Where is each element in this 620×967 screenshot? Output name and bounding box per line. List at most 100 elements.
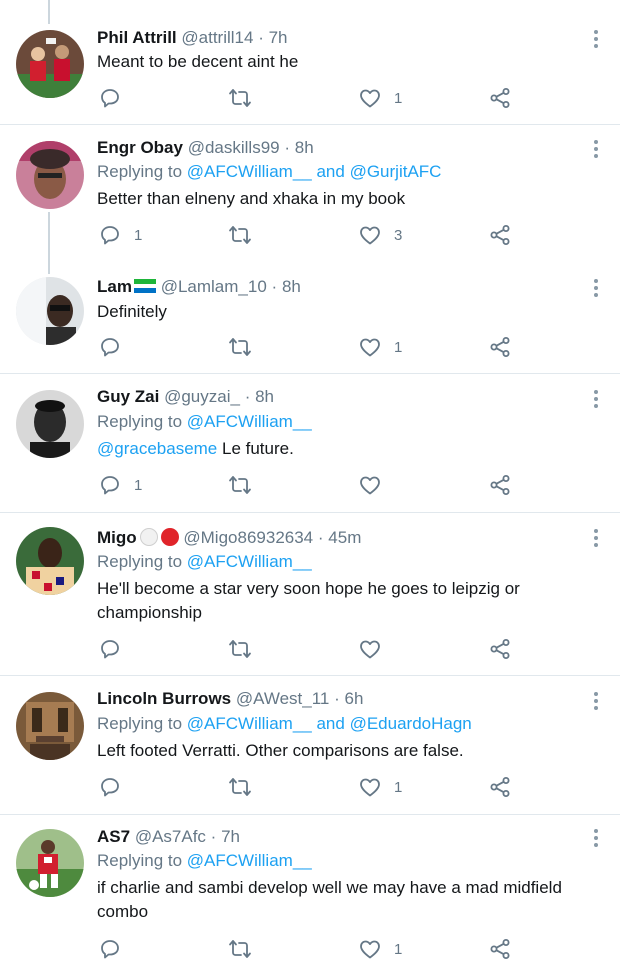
sierra-leone-flag-icon: [133, 277, 156, 293]
reply-icon: [98, 86, 122, 110]
mention-link[interactable]: @AFCWilliam__: [187, 552, 312, 571]
retweet-button[interactable]: [228, 775, 264, 799]
reply-button[interactable]: [98, 775, 134, 799]
username[interactable]: @Migo86932634: [183, 528, 313, 547]
reply-button[interactable]: [98, 335, 134, 359]
avatar[interactable]: [16, 527, 84, 595]
action-bar: 1: [98, 473, 518, 497]
share-button[interactable]: [488, 223, 512, 247]
more-icon[interactable]: [594, 529, 598, 550]
display-name[interactable]: Guy Zai: [97, 387, 159, 406]
timestamp[interactable]: 8h: [282, 277, 301, 296]
red-circle-emoji: [160, 528, 179, 546]
separator-dot: ·: [210, 827, 217, 846]
mention-link[interactable]: @gracebaseme: [97, 439, 217, 458]
tweet[interactable]: Guy Zai @guyzai_ · 8h Replying to @AFCWi…: [0, 374, 620, 512]
share-icon: [488, 775, 512, 799]
replying-to-label: Replying to: [97, 162, 183, 181]
heart-icon: [358, 335, 382, 359]
more-icon[interactable]: [594, 140, 598, 161]
mention-link[interactable]: @AFCWilliam__: [187, 162, 312, 181]
tweet[interactable]: Lam @Lamlam_10 · 8h Definitely 1: [0, 275, 620, 373]
replying-to: Replying to @AFCWilliam__ and @EduardoHa…: [97, 713, 472, 735]
retweet-button[interactable]: [228, 637, 264, 661]
mention-link[interactable]: @EduardoHagn: [350, 714, 472, 733]
share-button[interactable]: [488, 637, 512, 661]
username[interactable]: @Lamlam_10: [161, 277, 267, 296]
share-icon: [488, 86, 512, 110]
timestamp[interactable]: 7h: [221, 827, 240, 846]
avatar[interactable]: [16, 30, 84, 98]
separator-dot: ·: [317, 528, 324, 547]
tweet-text: if charlie and sambi develop well we may…: [97, 878, 562, 921]
tweet-text: @gracebaseme Le future.: [97, 437, 580, 461]
display-name[interactable]: Migo: [97, 528, 137, 547]
retweet-button[interactable]: [228, 223, 264, 247]
tweet[interactable]: Phil Attrill @attrill14 · 7h Meant to be…: [0, 0, 620, 124]
replying-to-label: Replying to: [97, 714, 183, 733]
timestamp[interactable]: 8h: [255, 387, 274, 406]
reply-button[interactable]: 1: [98, 223, 142, 247]
retweet-button[interactable]: [228, 335, 264, 359]
avatar[interactable]: [16, 390, 84, 458]
tweet[interactable]: Lincoln Burrows @AWest_11 · 6h Replying …: [0, 676, 620, 814]
tweet[interactable]: Engr Obay @daskills99 · 8h Replying to @…: [0, 125, 620, 275]
and-word: and: [316, 162, 345, 181]
share-button[interactable]: [488, 86, 512, 110]
display-name[interactable]: Engr Obay: [97, 138, 183, 157]
username[interactable]: @daskills99: [188, 138, 280, 157]
tweet[interactable]: AS7 @As7Afc · 7h Replying to @AFCWilliam…: [0, 815, 620, 967]
more-icon[interactable]: [594, 390, 598, 411]
action-bar: [98, 637, 518, 661]
timestamp[interactable]: 6h: [344, 689, 363, 708]
share-button[interactable]: [488, 335, 512, 359]
more-icon[interactable]: [594, 279, 598, 300]
username[interactable]: @As7Afc: [135, 827, 206, 846]
mention-link[interactable]: @GurjitAFC: [350, 162, 442, 181]
username[interactable]: @attrill14: [181, 28, 253, 47]
reply-button[interactable]: [98, 937, 134, 961]
display-name[interactable]: AS7: [97, 827, 130, 846]
tweet-header: Lam @Lamlam_10 · 8h: [97, 276, 580, 298]
retweet-button[interactable]: [228, 473, 264, 497]
username[interactable]: @AWest_11: [236, 689, 329, 708]
like-button[interactable]: [358, 473, 394, 497]
share-button[interactable]: [488, 775, 512, 799]
mention-link[interactable]: @AFCWilliam__: [187, 851, 312, 870]
like-button[interactable]: 1: [358, 937, 402, 961]
display-name[interactable]: Lincoln Burrows: [97, 689, 231, 708]
share-button[interactable]: [488, 473, 512, 497]
tweet-body: Le future.: [222, 439, 294, 458]
avatar[interactable]: [16, 829, 84, 897]
mention-link[interactable]: @AFCWilliam__: [187, 412, 312, 431]
timestamp[interactable]: 7h: [269, 28, 288, 47]
reply-button[interactable]: 1: [98, 473, 142, 497]
retweet-icon: [228, 223, 252, 247]
display-name[interactable]: Lam: [97, 277, 132, 296]
retweet-button[interactable]: [228, 86, 264, 110]
timestamp[interactable]: 8h: [295, 138, 314, 157]
mention-link[interactable]: @AFCWilliam__: [187, 714, 312, 733]
avatar[interactable]: [16, 141, 84, 209]
display-name[interactable]: Phil Attrill: [97, 28, 177, 47]
more-icon[interactable]: [594, 829, 598, 850]
share-button[interactable]: [488, 937, 512, 961]
like-button[interactable]: 1: [358, 86, 402, 110]
more-icon[interactable]: [594, 692, 598, 713]
tweet-header: Phil Attrill @attrill14 · 7h: [97, 27, 580, 49]
retweet-icon: [228, 86, 252, 110]
username[interactable]: @guyzai_: [164, 387, 240, 406]
reply-button[interactable]: [98, 86, 134, 110]
like-button[interactable]: [358, 637, 394, 661]
heart-icon: [358, 473, 382, 497]
like-button[interactable]: 1: [358, 335, 402, 359]
like-button[interactable]: 1: [358, 775, 402, 799]
tweet[interactable]: Migo @Migo86932634 · 45m Replying to @AF…: [0, 513, 620, 675]
timestamp[interactable]: 45m: [328, 528, 361, 547]
like-button[interactable]: 3: [358, 223, 402, 247]
avatar[interactable]: [16, 692, 84, 760]
reply-button[interactable]: [98, 637, 134, 661]
more-icon[interactable]: [594, 30, 598, 51]
retweet-button[interactable]: [228, 937, 264, 961]
avatar[interactable]: [16, 277, 84, 345]
